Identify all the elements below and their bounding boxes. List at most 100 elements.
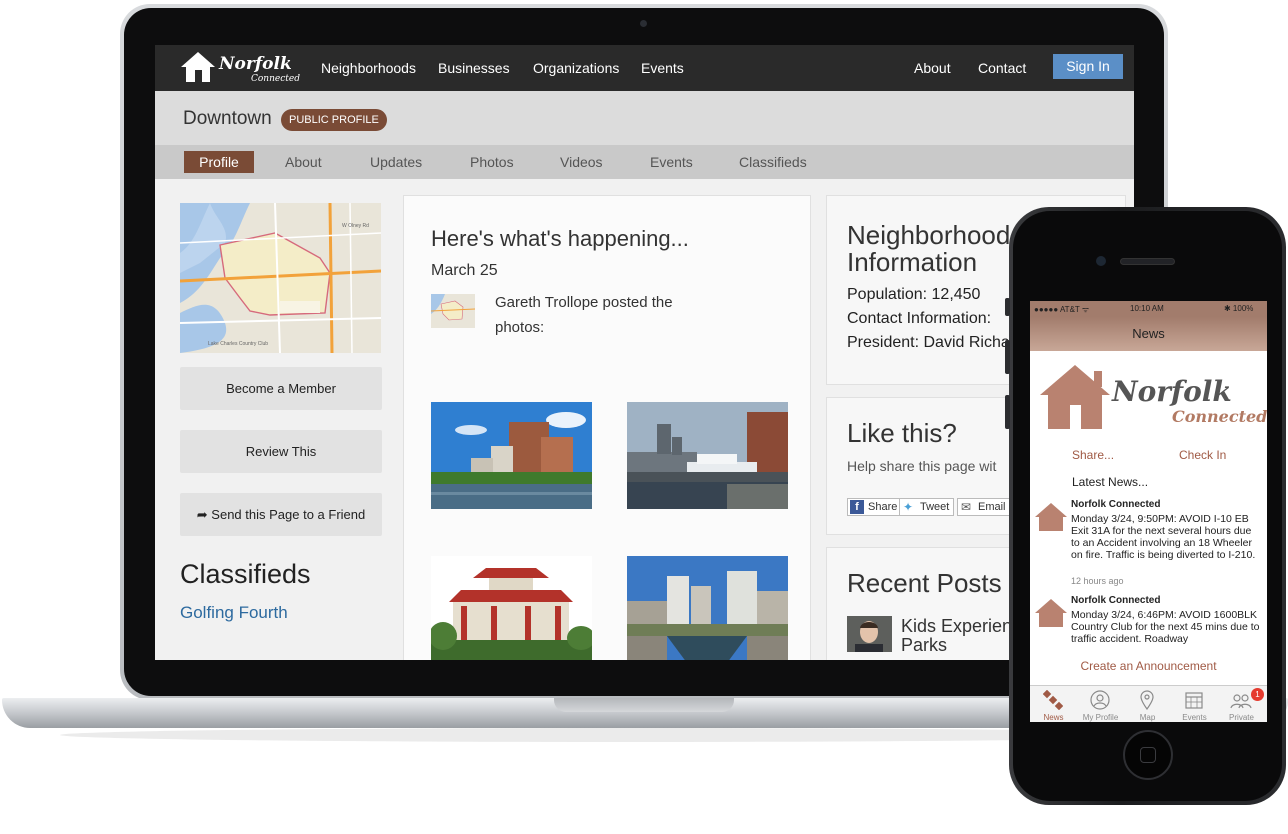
phone-tab-events-label: Events bbox=[1182, 713, 1207, 722]
nav-businesses[interactable]: Businesses bbox=[438, 60, 510, 76]
email-share-button[interactable]: ✉ Email bbox=[957, 498, 1011, 516]
facebook-share-label: Share bbox=[868, 501, 898, 513]
phone-tab-news-label: News bbox=[1043, 713, 1064, 722]
envelope-icon: ✉ bbox=[961, 500, 972, 514]
facebook-share-button[interactable]: f Share bbox=[847, 498, 903, 516]
phone-screen: ●●●●● AT&T ᯤ 10:10 AM ✱ 100% News Norfol… bbox=[1030, 301, 1267, 722]
group-icon bbox=[1230, 694, 1252, 709]
logo-word: Norfolk bbox=[219, 54, 292, 74]
public-profile-badge: PUBLIC PROFILE bbox=[281, 109, 387, 131]
profile-icon bbox=[1090, 690, 1110, 710]
profile-tabs: Profile About Updates Photos Videos Even… bbox=[155, 145, 1134, 179]
nav-neighborhoods[interactable]: Neighborhoods bbox=[321, 60, 416, 76]
tab-classifieds[interactable]: Classifieds bbox=[739, 154, 807, 170]
president-value: David Richa bbox=[923, 334, 1010, 351]
like-subtext: Help share this page wit bbox=[847, 458, 997, 474]
site-logo[interactable]: Norfolk Connected bbox=[179, 50, 300, 86]
facebook-icon: f bbox=[850, 500, 864, 514]
map-pin-icon bbox=[1140, 690, 1154, 710]
tab-updates[interactable]: Updates bbox=[370, 154, 422, 170]
create-announcement-link[interactable]: Create an Announcement bbox=[1030, 659, 1267, 673]
news-time-1: 12 hours ago bbox=[1071, 576, 1124, 586]
send-to-friend-button[interactable]: ➦ Send this Page to a Friend bbox=[180, 493, 382, 536]
nav-contact[interactable]: Contact bbox=[978, 60, 1026, 76]
email-share-label: Email bbox=[978, 501, 1006, 513]
nav-about[interactable]: About bbox=[914, 60, 951, 76]
president-label: President: bbox=[847, 334, 920, 351]
classified-item-link[interactable]: Golfing Fourth bbox=[180, 603, 288, 623]
news-body-1[interactable]: Monday 3/24, 9:50PM: AVOID I-10 EB Exit … bbox=[1071, 513, 1261, 561]
profile-header: Downtown PUBLIC PROFILE bbox=[155, 91, 1134, 145]
tab-events[interactable]: Events bbox=[650, 154, 693, 170]
twitter-bird-icon: ✦ bbox=[903, 500, 914, 514]
map-thumb-graphic bbox=[431, 294, 475, 328]
nav-events[interactable]: Events bbox=[641, 60, 684, 76]
like-heading: Like this? bbox=[847, 418, 957, 448]
send-to-friend-label: Send this Page to a Friend bbox=[211, 507, 366, 522]
phone-tab-private-label: Private bbox=[1229, 713, 1254, 722]
home-button-square-icon bbox=[1140, 747, 1156, 763]
tab-about[interactable]: About bbox=[285, 154, 322, 170]
phone-volume-down bbox=[1005, 395, 1010, 429]
feed-date: March 25 bbox=[431, 262, 498, 279]
laptop-screen: Norfolk Connected Neighborhoods Business… bbox=[155, 45, 1134, 660]
map-label-street: W Olney Rd bbox=[342, 223, 369, 229]
phone-mute-switch bbox=[1005, 298, 1010, 316]
neighborhood-heading-line2: Information bbox=[847, 247, 978, 277]
phone-tab-news[interactable]: News bbox=[1030, 686, 1077, 722]
phone-tab-my-profile-label: My Profile bbox=[1082, 713, 1119, 722]
calendar-icon bbox=[1185, 692, 1203, 709]
recent-posts-heading: Recent Posts bbox=[847, 568, 1002, 598]
phone-front-camera bbox=[1096, 256, 1106, 266]
feed-photo-waterfront[interactable] bbox=[431, 402, 592, 509]
photo-waterfront-graphic bbox=[431, 402, 592, 509]
recent-post-title-line2[interactable]: Parks bbox=[901, 635, 947, 656]
status-time: 10:10 AM bbox=[1130, 304, 1164, 313]
nav-organizations[interactable]: Organizations bbox=[533, 60, 619, 76]
twitter-tweet-button[interactable]: ✦ Tweet bbox=[899, 498, 955, 516]
map-graphic: W Olney Rd Lake Charles Country Club bbox=[180, 203, 381, 353]
news-body-2[interactable]: Monday 3/24, 6:46PM: AVOID 1600BLK Count… bbox=[1071, 609, 1261, 645]
phone-tab-my-profile[interactable]: My Profile bbox=[1077, 686, 1124, 722]
satellite-icon bbox=[1043, 690, 1063, 710]
phone-volume-up bbox=[1005, 340, 1010, 374]
become-member-button[interactable]: Become a Member bbox=[180, 367, 382, 410]
feed-photo-battleship[interactable] bbox=[627, 402, 788, 509]
tab-photos[interactable]: Photos bbox=[470, 154, 514, 170]
avatar-graphic bbox=[847, 616, 892, 652]
phone-logo-word: Norfolk bbox=[1112, 375, 1232, 408]
phone-tab-events[interactable]: Events bbox=[1171, 686, 1218, 722]
population-label: Population: bbox=[847, 286, 928, 303]
review-button[interactable]: Review This bbox=[180, 430, 382, 473]
laptop-camera bbox=[640, 20, 647, 27]
phone-share-link[interactable]: Share... bbox=[1072, 448, 1114, 462]
phone-tab-private[interactable]: 1 Private bbox=[1218, 686, 1265, 722]
feed-map-thumbnail[interactable] bbox=[431, 294, 475, 328]
top-navigation: Norfolk Connected Neighborhoods Business… bbox=[155, 45, 1134, 91]
photo-pagoda-graphic bbox=[431, 556, 592, 660]
share-arrow-icon: ➦ bbox=[196, 507, 208, 522]
photo-battleship-graphic bbox=[627, 402, 788, 509]
feed-title: Here's what's happening... bbox=[431, 226, 689, 251]
classifieds-heading: Classifieds bbox=[180, 559, 311, 589]
phone-tab-map-label: Map bbox=[1139, 713, 1156, 722]
tab-profile[interactable]: Profile bbox=[184, 151, 254, 173]
phone-nav-header: News bbox=[1030, 317, 1267, 351]
feed-photo-pagoda[interactable] bbox=[431, 556, 592, 660]
phone-header-title: News bbox=[1132, 326, 1165, 341]
laptop-notch bbox=[554, 698, 734, 712]
status-carrier: ●●●●● AT&T ᯤ bbox=[1034, 305, 1090, 314]
neighborhood-heading-line1: Neighborhood bbox=[847, 220, 1011, 250]
house-logo-icon bbox=[181, 52, 215, 82]
phone-earpiece bbox=[1120, 258, 1175, 265]
feed-post-text: Gareth Trollope posted the photos: bbox=[495, 294, 673, 336]
private-notification-badge: 1 bbox=[1251, 688, 1264, 701]
feed-photo-skyline[interactable] bbox=[627, 556, 788, 660]
phone-tab-map[interactable]: Map bbox=[1124, 686, 1171, 722]
sign-in-button[interactable]: Sign In bbox=[1053, 54, 1123, 79]
phone-check-in-link[interactable]: Check In bbox=[1179, 448, 1226, 462]
phone-logo-sub: Connected bbox=[1172, 407, 1267, 426]
tab-videos[interactable]: Videos bbox=[560, 154, 603, 170]
neighborhood-map[interactable]: W Olney Rd Lake Charles Country Club bbox=[180, 203, 381, 353]
population-value: 12,450 bbox=[931, 286, 981, 303]
